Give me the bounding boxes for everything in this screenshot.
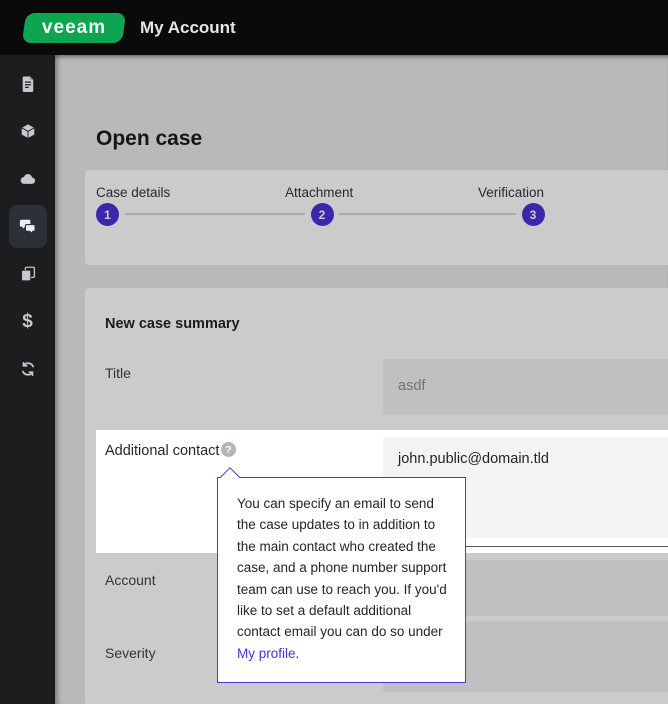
main-content: Open case Case details Attachment Verifi… <box>55 55 668 704</box>
cloud-icon <box>19 170 37 188</box>
tooltip-text: You can specify an email to send the cas… <box>237 493 452 664</box>
veeam-logo-text: veeam <box>41 16 107 37</box>
additional-contact-email-value: john.public@domain.tld <box>398 451 549 467</box>
sidebar-item-document[interactable] <box>9 62 47 105</box>
help-icon[interactable]: ? <box>221 442 236 457</box>
tooltip-text-period: . <box>295 645 300 661</box>
app-title: My Account <box>140 17 236 37</box>
sidebar-item-cube[interactable] <box>9 110 47 153</box>
help-tooltip: You can specify an email to send the cas… <box>217 467 466 683</box>
sidebar-item-copy[interactable] <box>9 252 47 295</box>
topbar: veeam My Account <box>0 0 668 55</box>
sidebar-item-sync[interactable] <box>9 347 47 390</box>
sidebar: $ <box>0 55 55 704</box>
sync-icon <box>19 360 37 378</box>
cube-icon <box>19 122 37 140</box>
chat-bubbles-icon <box>18 217 37 236</box>
sidebar-item-chat[interactable] <box>8 204 47 248</box>
document-icon <box>19 75 37 93</box>
copy-pages-icon <box>19 265 37 283</box>
veeam-logo: veeam <box>21 12 127 43</box>
dollar-icon: $ <box>22 310 33 332</box>
sidebar-item-dollar[interactable]: $ <box>9 300 47 343</box>
tooltip-text-body: You can specify an email to send the cas… <box>237 496 447 640</box>
screen: veeam My Account $ Open case Case detail… <box>0 0 668 704</box>
sidebar-item-cloud[interactable] <box>9 157 47 200</box>
additional-contact-label: Additional contact <box>105 443 220 459</box>
my-profile-link[interactable]: My profile <box>237 646 296 661</box>
